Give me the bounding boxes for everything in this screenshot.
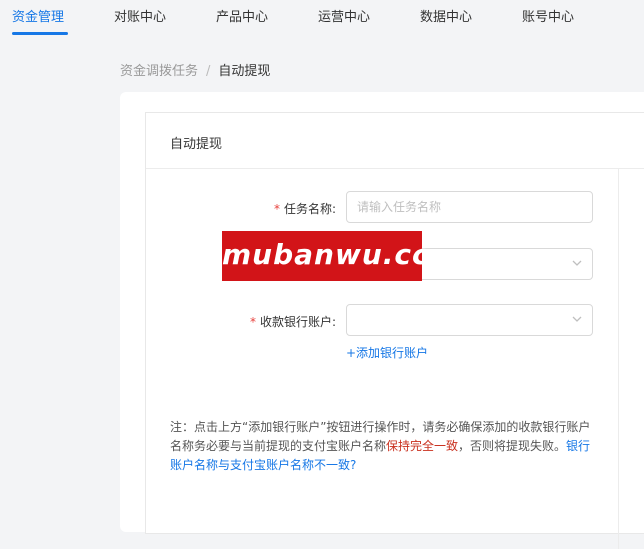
panel-title: 自动提现	[170, 137, 223, 152]
task-name-label-text: 任务名称:	[284, 202, 337, 216]
bank-account-select[interactable]	[346, 304, 593, 336]
required-mark: *	[274, 202, 280, 216]
note-text-end: ，否则将提现失败。	[458, 439, 567, 453]
bank-account-label-text: 收款银行账户:	[260, 315, 337, 329]
active-tab-indicator	[12, 32, 68, 35]
chevron-down-icon	[572, 316, 582, 322]
note-highlight: 保持完全一致	[386, 439, 459, 453]
bank-account-label: * 收款银行账户:	[250, 313, 336, 330]
panel-divider	[618, 169, 619, 549]
nav-tab-operations[interactable]: 运营中心	[318, 6, 370, 25]
nav-tab-account[interactable]: 账号中心	[522, 6, 574, 25]
add-bank-account-link[interactable]: +添加银行账户	[346, 344, 428, 361]
chevron-down-icon	[572, 260, 582, 266]
nav-tab-reconciliation[interactable]: 对账中心	[114, 6, 166, 25]
breadcrumb-parent-link[interactable]: 资金调拨任务	[120, 64, 198, 79]
breadcrumb-current: 自动提现	[218, 64, 271, 79]
breadcrumb: 资金调拨任务 / 自动提现	[120, 60, 270, 79]
top-nav: 资金管理 对账中心 产品中心 运营中心 数据中心 账号中心	[0, 0, 644, 38]
watermark-text: mubanwu.cc	[222, 238, 430, 271]
task-name-input[interactable]	[346, 191, 593, 223]
panel-header: 自动提现	[146, 113, 644, 169]
required-mark: *	[250, 315, 256, 329]
nav-tab-fund-management[interactable]: 资金管理	[12, 6, 64, 25]
breadcrumb-separator: /	[206, 64, 211, 79]
nav-tab-data[interactable]: 数据中心	[420, 6, 472, 25]
watermark-logo: mubanwu.cc	[222, 231, 430, 281]
nav-tab-products[interactable]: 产品中心	[216, 6, 268, 25]
task-name-label: * 任务名称:	[274, 200, 336, 217]
withdraw-note: 注：点击上方“添加银行账户”按钮进行操作时，请务必确保添加的收款银行账户名称务必…	[170, 418, 595, 475]
